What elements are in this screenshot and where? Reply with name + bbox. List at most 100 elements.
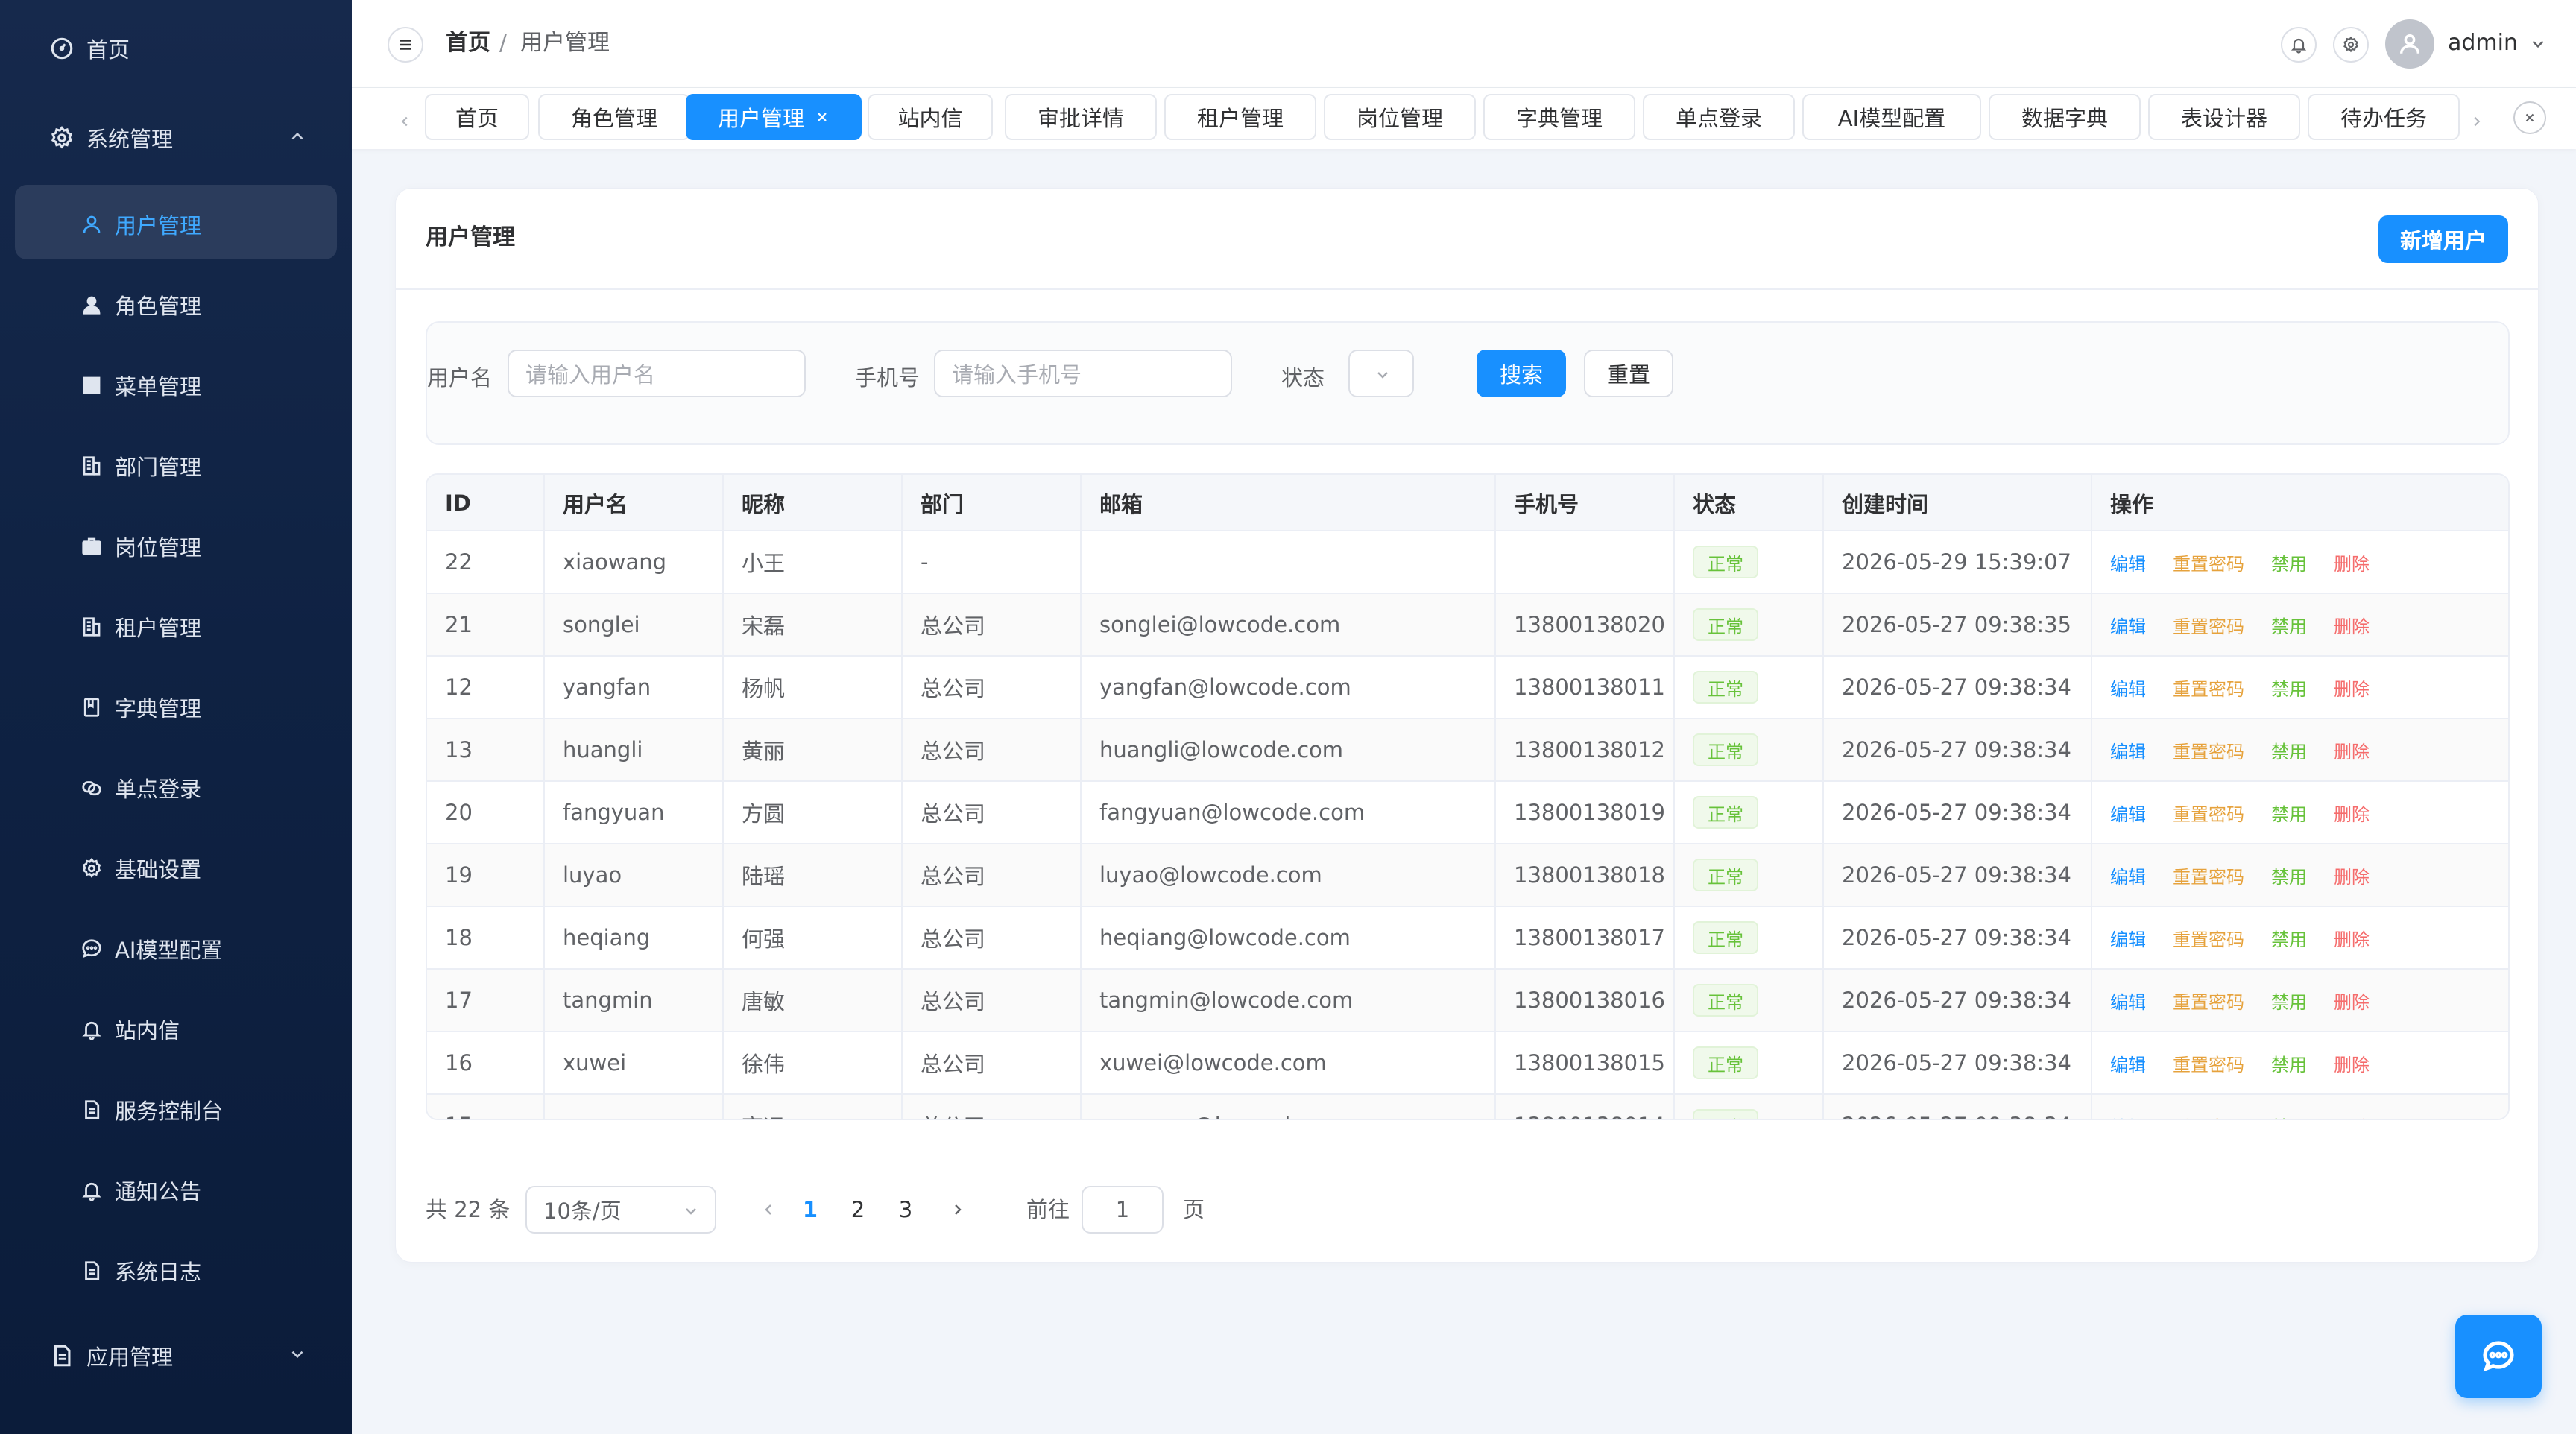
chevron-right-icon[interactable] [2469,113,2485,130]
breadcrumb-home[interactable]: 首页 [446,28,490,58]
chevron-down-icon[interactable] [2528,34,2548,54]
delete-link[interactable]: 删除 [2334,737,2370,763]
close-icon[interactable] [815,110,830,124]
delete-link[interactable]: 删除 [2334,925,2370,951]
delete-link[interactable]: 删除 [2334,675,2370,701]
sidebar-item-ai-model[interactable]: AI模型配置 [80,933,222,964]
edit-link[interactable]: 编辑 [2110,800,2146,826]
sidebar-item-service-console[interactable]: 服务控制台 [80,1094,223,1125]
settings-button[interactable] [2333,27,2369,63]
column-header[interactable]: 创建时间 [1824,475,2092,531]
disable-link[interactable]: 禁用 [2271,988,2307,1014]
tab-approval-detail[interactable]: 审批详情 [1005,94,1157,140]
tab-ai-model[interactable]: AI模型配置 [1802,94,1981,140]
status-select[interactable] [1348,350,1414,397]
reset-password-link[interactable]: 重置密码 [2173,988,2244,1014]
goto-page-input[interactable]: 1 [1082,1186,1164,1234]
chat-assistant-button[interactable] [2455,1315,2542,1398]
sidebar-item-system-log[interactable]: 系统日志 [80,1255,201,1286]
edit-link[interactable]: 编辑 [2110,549,2146,575]
page-number[interactable]: 3 [891,1195,921,1225]
prev-page-icon[interactable] [760,1201,777,1219]
tab-sso[interactable]: 单点登录 [1643,94,1795,140]
reset-password-link[interactable]: 重置密码 [2173,612,2244,638]
delete-link[interactable]: 删除 [2334,800,2370,826]
disable-link[interactable]: 禁用 [2271,737,2307,763]
edit-link[interactable]: 编辑 [2110,988,2146,1014]
edit-link[interactable]: 编辑 [2110,862,2146,888]
username-input[interactable]: 请输入用户名 [508,350,806,397]
user-name[interactable]: admin [2448,28,2518,58]
sidebar-item-tenants[interactable]: 租户管理 [80,611,201,642]
page-size-select[interactable]: 10条/页 [525,1186,716,1234]
chevron-down-icon[interactable] [288,1345,307,1364]
column-header[interactable]: ID [427,475,545,531]
delete-link[interactable]: 删除 [2334,988,2370,1014]
tab-dictionary[interactable]: 字典管理 [1483,94,1635,140]
delete-link[interactable]: 删除 [2334,1050,2370,1076]
sidebar-group-system[interactable]: 系统管理 [49,122,173,154]
edit-link[interactable]: 编辑 [2110,925,2146,951]
sidebar-item-sso[interactable]: 单点登录 [80,772,201,803]
reset-password-link[interactable]: 重置密码 [2173,737,2244,763]
tab-roles[interactable]: 角色管理 [538,94,690,140]
search-button[interactable]: 搜索 [1477,350,1566,397]
tab-users[interactable]: 用户管理 [686,94,862,140]
edit-link[interactable]: 编辑 [2110,675,2146,701]
tab-messages[interactable]: 站内信 [868,94,993,140]
sidebar-item-posts[interactable]: 岗位管理 [80,531,201,562]
sidebar-group-app[interactable]: 应用管理 [49,1340,173,1371]
reset-button[interactable]: 重置 [1584,350,1673,397]
phone-input[interactable]: 请输入手机号 [934,350,1232,397]
edit-link[interactable]: 编辑 [2110,612,2146,638]
tab-table-designer[interactable]: 表设计器 [2148,94,2300,140]
disable-link[interactable]: 禁用 [2271,925,2307,951]
reset-password-link[interactable]: 重置密码 [2173,549,2244,575]
sidebar-item-home[interactable]: 首页 [49,33,130,64]
reset-password-link[interactable]: 重置密码 [2173,862,2244,888]
reset-password-link[interactable]: 重置密码 [2173,800,2244,826]
sidebar-item-roles[interactable]: 角色管理 [80,289,201,320]
chevron-left-icon[interactable] [397,113,413,130]
sidebar-item-basic-settings[interactable]: 基础设置 [80,853,201,884]
next-page-icon[interactable] [949,1201,967,1219]
sidebar-item-notices[interactable]: 通知公告 [80,1175,201,1206]
tab-home[interactable]: 首页 [425,94,529,140]
disable-link[interactable]: 禁用 [2271,800,2307,826]
delete-link[interactable]: 删除 [2334,549,2370,575]
delete-link[interactable]: 删除 [2334,612,2370,638]
edit-link[interactable]: 编辑 [2110,1113,2146,1119]
edit-link[interactable]: 编辑 [2110,737,2146,763]
reset-password-link[interactable]: 重置密码 [2173,675,2244,701]
page-number[interactable]: 2 [843,1195,873,1225]
disable-link[interactable]: 禁用 [2271,549,2307,575]
column-header[interactable]: 状态 [1675,475,1824,531]
disable-link[interactable]: 禁用 [2271,675,2307,701]
sidebar-item-messages[interactable]: 站内信 [80,1014,180,1045]
disable-link[interactable]: 禁用 [2271,1050,2307,1076]
column-header[interactable]: 用户名 [545,475,724,531]
sidebar-item-menus[interactable]: 菜单管理 [80,370,201,401]
sidebar-toggle-button[interactable] [388,27,423,63]
reset-password-link[interactable]: 重置密码 [2173,925,2244,951]
delete-link[interactable]: 删除 [2334,862,2370,888]
add-user-button[interactable]: 新增用户 [2378,215,2508,263]
disable-link[interactable]: 禁用 [2271,1113,2307,1119]
sidebar-item-users[interactable]: 用户管理 [80,209,201,240]
tab-tenants[interactable]: 租户管理 [1164,94,1316,140]
tab-data-dictionary[interactable]: 数据字典 [1989,94,2141,140]
tab-todo[interactable]: 待办任务 [2308,94,2460,140]
close-all-tabs-button[interactable] [2513,101,2546,134]
disable-link[interactable]: 禁用 [2271,862,2307,888]
delete-link[interactable]: 删除 [2334,1113,2370,1119]
sidebar-item-departments[interactable]: 部门管理 [80,450,201,481]
column-header[interactable]: 昵称 [724,475,903,531]
avatar[interactable] [2385,19,2434,69]
tab-posts[interactable]: 岗位管理 [1324,94,1476,140]
sidebar-item-dictionary[interactable]: 字典管理 [80,692,201,723]
disable-link[interactable]: 禁用 [2271,612,2307,638]
column-header[interactable]: 部门 [903,475,1082,531]
chevron-up-icon[interactable] [288,127,307,146]
reset-password-link[interactable]: 重置密码 [2173,1113,2244,1119]
reset-password-link[interactable]: 重置密码 [2173,1050,2244,1076]
